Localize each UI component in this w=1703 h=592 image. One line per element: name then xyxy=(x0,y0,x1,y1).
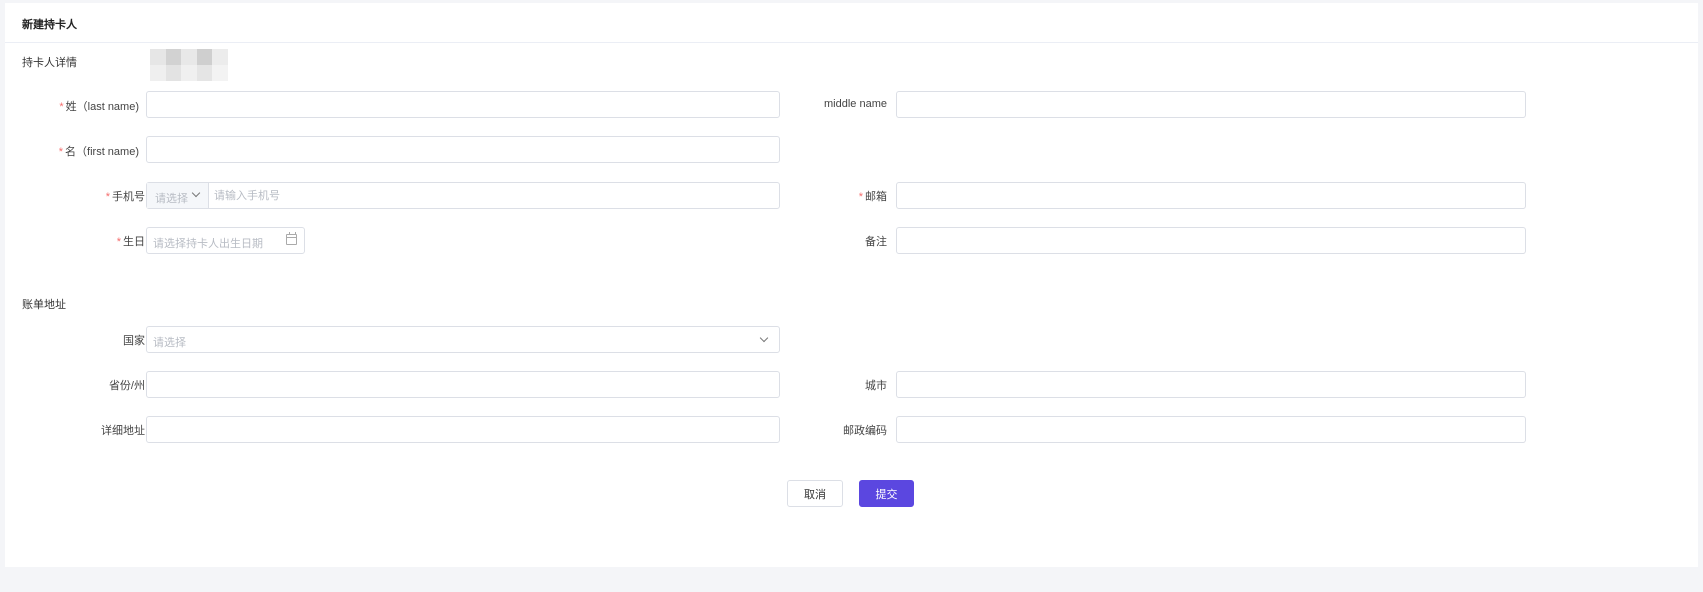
required-marker: * xyxy=(105,191,110,203)
remark-input[interactable] xyxy=(896,227,1526,254)
country-placeholder: 请选择 xyxy=(153,337,186,349)
email-label: * 邮箱 xyxy=(858,191,887,203)
required-marker: * xyxy=(59,101,64,113)
remark-label: 备注 xyxy=(865,236,887,248)
country-code-placeholder: 请选择 xyxy=(155,193,188,205)
country-label: 国家 xyxy=(123,335,145,347)
postcode-label: 邮政编码 xyxy=(843,425,887,437)
last-name-label: * 姓（last name) xyxy=(59,101,139,113)
card-header: 新建持卡人 xyxy=(5,3,1698,43)
middle-name-label: middle name xyxy=(824,98,887,110)
form-card: 新建持卡人 持卡人详情 xyxy=(5,3,1698,567)
country-code-select[interactable]: 请选择 xyxy=(147,183,209,208)
first-name-label: * 名（first name) xyxy=(58,146,139,158)
city-input[interactable] xyxy=(896,371,1526,398)
city-label: 城市 xyxy=(865,380,887,392)
section-title-billing: 账单地址 xyxy=(22,299,66,311)
birthday-date-picker[interactable]: 请选择持卡人出生日期 xyxy=(146,227,305,254)
section-title-cardholder: 持卡人详情 xyxy=(22,57,77,69)
first-name-input[interactable] xyxy=(146,136,780,163)
cancel-button[interactable]: 取消 xyxy=(787,480,843,507)
province-input[interactable] xyxy=(146,371,780,398)
postcode-input[interactable] xyxy=(896,416,1526,443)
page-background-strip xyxy=(0,567,1703,592)
birthday-placeholder: 请选择持卡人出生日期 xyxy=(153,238,263,250)
required-marker: * xyxy=(58,146,64,158)
phone-field-group: 请选择 xyxy=(146,182,787,209)
country-select[interactable]: 请选择 xyxy=(146,326,780,353)
chevron-down-icon xyxy=(759,333,769,343)
chevron-down-icon xyxy=(191,188,201,198)
redacted-image xyxy=(150,49,228,81)
province-label: 省份/州 xyxy=(108,380,145,392)
calendar-icon xyxy=(286,232,297,245)
phone-input[interactable] xyxy=(209,183,787,208)
address-label: 详细地址 xyxy=(101,425,145,437)
middle-name-input[interactable] xyxy=(896,91,1526,118)
submit-button[interactable]: 提交 xyxy=(859,480,914,507)
birthday-label: * 生日 xyxy=(116,236,145,248)
phone-label: * 手机号 xyxy=(105,191,145,203)
required-marker: * xyxy=(858,191,863,203)
last-name-input[interactable] xyxy=(146,91,780,118)
required-marker: * xyxy=(116,236,121,248)
page-title: 新建持卡人 xyxy=(22,19,77,31)
address-input[interactable] xyxy=(146,416,780,443)
email-input[interactable] xyxy=(896,182,1526,209)
